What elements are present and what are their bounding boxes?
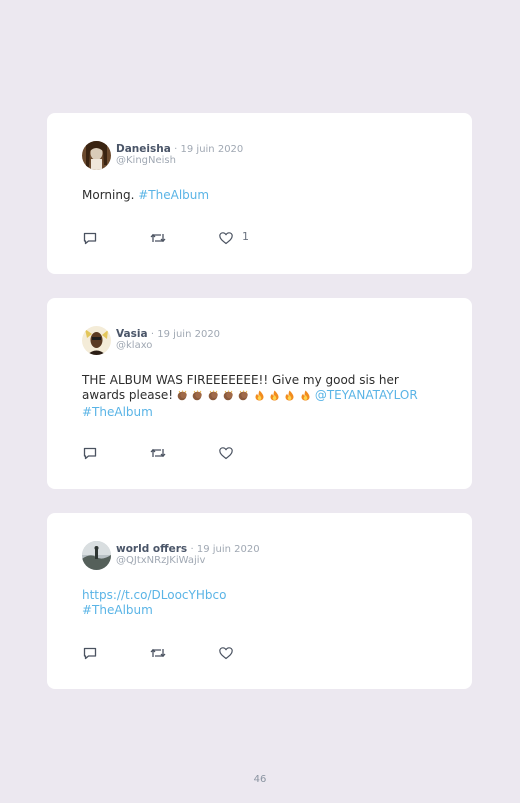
- tweet-date: · 19 juin 2020: [150, 329, 221, 340]
- avatar[interactable]: [82, 141, 111, 170]
- tweet-card: Daneisha · 19 juin 2020 @KingNeish Morni…: [47, 113, 472, 274]
- fire-icon: [269, 390, 280, 401]
- tweet-text: https://t.co/DLoocYHbco #TheAlbum: [82, 588, 442, 618]
- tweet-date: · 19 juin 2020: [174, 144, 244, 155]
- fire-icon: [254, 390, 265, 401]
- tweet-actions: 1: [82, 230, 282, 246]
- author-handle[interactable]: @QJtxNRzJKiWajiv: [116, 555, 205, 567]
- hashtag-link[interactable]: #TheAlbum: [82, 405, 153, 419]
- like-count: 1: [242, 230, 249, 243]
- author-name[interactable]: Daneisha: [116, 143, 171, 155]
- hashtag-link[interactable]: #TheAlbum: [82, 603, 153, 617]
- tweet-text: Morning. #TheAlbum: [82, 188, 442, 203]
- retweet-icon[interactable]: [149, 445, 167, 461]
- fire-icon: [284, 390, 295, 401]
- retweet-icon[interactable]: [149, 230, 167, 246]
- emoji-row: [177, 390, 311, 405]
- heart-icon[interactable]: [218, 445, 234, 461]
- heart-icon[interactable]: [218, 645, 234, 661]
- author-name[interactable]: Vasia: [116, 328, 148, 340]
- tweet-body: Morning.: [82, 188, 135, 202]
- tweet-card: Vasia · 19 juin 2020 @klaxo THE ALBUM WA…: [47, 298, 472, 489]
- clapping-hands-icon: [238, 390, 249, 401]
- clapping-hands-icon: [177, 390, 188, 401]
- tweet-actions: [82, 445, 282, 461]
- clapping-hands-icon: [208, 390, 219, 401]
- url-link[interactable]: https://t.co/DLoocYHbco: [82, 588, 226, 602]
- page-number: 46: [253, 774, 267, 785]
- reply-icon[interactable]: [82, 645, 98, 661]
- reply-icon[interactable]: [82, 445, 98, 461]
- reply-icon[interactable]: [82, 230, 98, 246]
- fire-icon: [300, 390, 311, 401]
- heart-icon[interactable]: [218, 230, 234, 246]
- author-handle[interactable]: @KingNeish: [116, 155, 176, 167]
- author-name[interactable]: world offers: [116, 543, 187, 555]
- mention-link[interactable]: @TEYANATAYLOR: [315, 388, 418, 402]
- tweet-date: · 19 juin 2020: [190, 544, 260, 555]
- clapping-hands-icon: [192, 390, 203, 401]
- author-handle[interactable]: @klaxo: [116, 340, 152, 352]
- tweet-text: THE ALBUM WAS FIREEEEEEE!! Give my good …: [82, 373, 442, 420]
- retweet-icon[interactable]: [149, 645, 167, 661]
- tweet-actions: [82, 645, 282, 661]
- hashtag-link[interactable]: #TheAlbum: [138, 188, 209, 202]
- avatar[interactable]: [82, 326, 111, 355]
- avatar[interactable]: [82, 541, 111, 570]
- tweet-card: world offers · 19 juin 2020 @QJtxNRzJKiW…: [47, 513, 472, 689]
- clapping-hands-icon: [223, 390, 234, 401]
